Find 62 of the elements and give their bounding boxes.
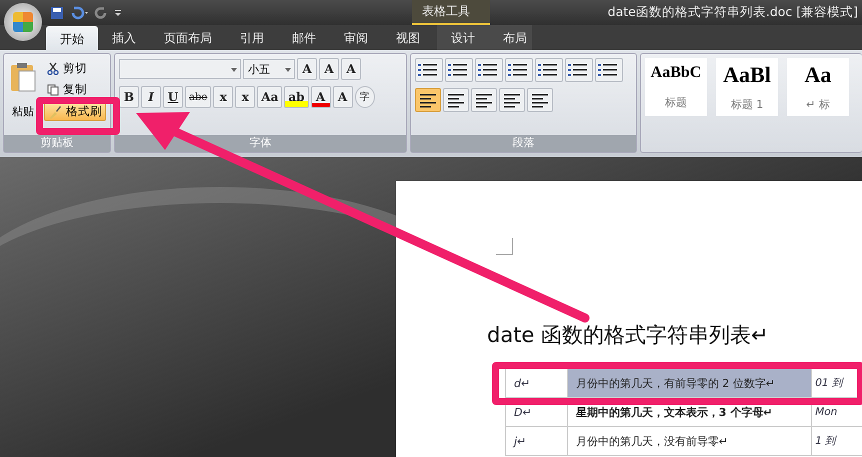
list-icon[interactable]: [565, 58, 594, 82]
font-button[interactable]: A: [297, 58, 317, 80]
font-button[interactable]: I: [141, 86, 161, 108]
style-gallery-item[interactable]: Aa ↵ 标: [787, 58, 849, 116]
cut-button[interactable]: 剪切: [44, 60, 106, 77]
context-group-label: 表格工具: [412, 0, 490, 25]
customize-icon[interactable]: [114, 8, 122, 18]
redo-icon[interactable]: [94, 6, 108, 20]
ribbon-tab[interactable]: 邮件: [278, 25, 330, 50]
table-cell: 月份中的第几天，有前导零的 2 位数字↵: [567, 368, 812, 398]
undo-icon[interactable]: [70, 6, 88, 20]
align-icon[interactable]: [415, 88, 442, 112]
align-icon[interactable]: [499, 88, 526, 112]
save-icon[interactable]: [50, 6, 64, 20]
list-icon[interactable]: [415, 58, 444, 82]
group-label: 段落: [411, 135, 636, 152]
font-button[interactable]: 字: [354, 86, 375, 108]
ribbon-tab[interactable]: 设计: [437, 25, 489, 50]
align-icon[interactable]: [527, 88, 554, 112]
font-button[interactable]: A: [310, 86, 331, 108]
list-icon[interactable]: [535, 58, 564, 82]
text-boundary-mark: [496, 238, 513, 255]
office-logo-icon: [13, 12, 33, 32]
font-size-combo[interactable]: 小五: [243, 59, 295, 79]
style-gallery-item[interactable]: AaBbC 标题: [645, 58, 707, 116]
font-button[interactable]: abe: [185, 86, 212, 108]
window-title: date函数的格式字符串列表.doc [兼容模式]: [608, 4, 859, 21]
paste-button[interactable]: 粘贴: [8, 58, 38, 131]
list-icon[interactable]: [475, 58, 504, 82]
list-icon[interactable]: [445, 58, 474, 82]
document-heading: date 函数的格式字符串列表↵: [487, 322, 769, 349]
table-cell: 月份中的第几天，没有前导零↵: [567, 426, 812, 456]
align-icon[interactable]: [471, 88, 498, 112]
ribbon-tab[interactable]: 审阅: [330, 25, 382, 50]
font-button[interactable]: x: [235, 86, 256, 108]
ribbon-tab[interactable]: 布局: [489, 25, 541, 50]
font-button[interactable]: ab: [284, 86, 309, 108]
font-button[interactable]: A: [319, 58, 339, 80]
ribbon-tab[interactable]: 视图: [382, 25, 434, 50]
font-button[interactable]: B: [119, 86, 139, 108]
font-button[interactable]: x: [213, 86, 234, 108]
group-label: 剪贴板: [4, 135, 110, 152]
ribbon-tab[interactable]: 引用: [226, 25, 278, 50]
font-button[interactable]: U: [163, 86, 183, 108]
font-button[interactable]: Aa: [257, 86, 282, 108]
copy-icon: [47, 84, 59, 96]
copy-button[interactable]: 复制: [44, 81, 106, 98]
table-cell: d↵: [506, 368, 568, 398]
font-button[interactable]: A: [332, 86, 353, 108]
ribbon-tab[interactable]: 插入: [98, 25, 150, 50]
ribbon-tab[interactable]: 开始: [46, 26, 98, 51]
font-button[interactable]: A: [341, 58, 361, 80]
scissors-icon: [47, 62, 59, 75]
office-button[interactable]: [4, 3, 42, 41]
align-icon[interactable]: [443, 88, 470, 112]
table-cell: j↵: [506, 426, 568, 456]
list-icon[interactable]: [595, 58, 624, 82]
ribbon-tab[interactable]: 页面布局: [150, 25, 226, 50]
clipboard-icon: [10, 62, 36, 92]
style-gallery-item[interactable]: AaBl 标题 1: [716, 58, 778, 116]
brush-icon: [48, 104, 62, 118]
list-icon[interactable]: [505, 58, 534, 82]
